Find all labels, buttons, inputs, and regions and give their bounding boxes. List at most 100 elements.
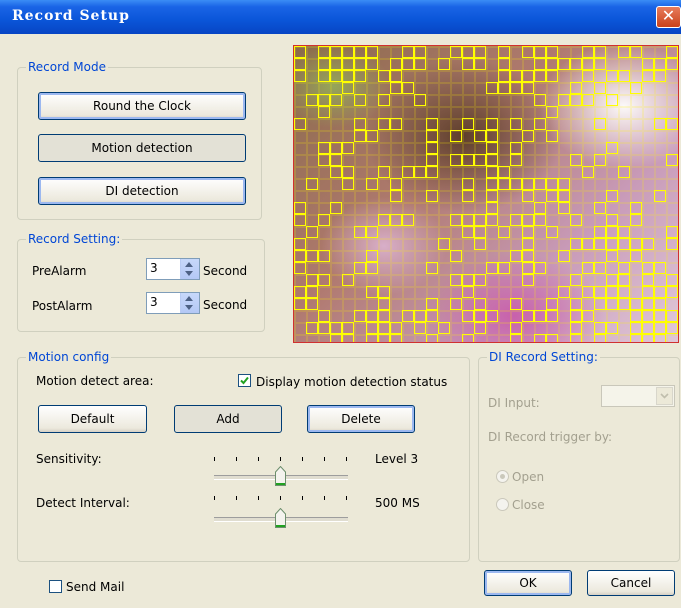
motion-cell (534, 118, 546, 130)
di-input-dropdown[interactable] (601, 385, 675, 407)
di-record-group: DI Record Setting: (478, 350, 680, 562)
motion-cell (582, 70, 594, 82)
motion-cell (462, 190, 474, 202)
motion-cell (606, 298, 618, 310)
motion-cell (378, 334, 390, 342)
motion-cell (570, 310, 582, 322)
motion-cell (666, 46, 678, 58)
motion-cell (462, 154, 474, 166)
motion-cell (414, 46, 426, 58)
motion-cell (294, 70, 306, 82)
motion-cell (354, 310, 366, 322)
motion-cell (618, 286, 630, 298)
trigger-open-label[interactable]: Open (512, 470, 544, 484)
default-button[interactable]: Default (38, 405, 147, 433)
record-setting-legend: Record Setting: (28, 232, 121, 246)
di-input-label: DI Input: (488, 396, 540, 410)
spin-up-icon[interactable] (185, 262, 193, 267)
send-mail-checkbox[interactable] (49, 580, 62, 593)
motion-cell (474, 58, 486, 70)
motion-cell (486, 142, 498, 154)
display-status-label[interactable]: Display motion detection status (256, 375, 447, 389)
motion-cell (594, 118, 606, 130)
postalarm-spin-arrows[interactable] (180, 293, 199, 313)
motion-detection-button[interactable]: Motion detection (38, 134, 246, 162)
motion-cell (654, 322, 666, 334)
motion-cell (654, 298, 666, 310)
motion-cell (390, 334, 402, 342)
motion-cell (330, 46, 342, 58)
trigger-close-radio[interactable] (496, 498, 509, 511)
motion-cell (510, 322, 522, 334)
motion-cell (414, 166, 426, 178)
motion-cell (390, 58, 402, 70)
motion-cell (330, 166, 342, 178)
motion-cell (522, 190, 534, 202)
prealarm-spinner[interactable]: 3 (146, 258, 200, 280)
motion-cell (366, 250, 378, 262)
motion-cell (618, 262, 630, 274)
motion-cell (366, 226, 378, 238)
motion-cell (642, 274, 654, 286)
motion-cell (426, 334, 438, 342)
motion-cell (558, 286, 570, 298)
sensitivity-slider-thumb[interactable] (275, 466, 286, 486)
motion-cell (594, 226, 606, 238)
motion-cell (402, 166, 414, 178)
motion-cell (606, 274, 618, 286)
spin-up-icon[interactable] (185, 296, 193, 301)
motion-cell (618, 166, 630, 178)
motion-cell (642, 262, 654, 274)
sensitivity-ticks (214, 457, 348, 463)
motion-cell (510, 118, 522, 130)
motion-cell (534, 70, 546, 82)
di-detection-button[interactable]: DI detection (38, 177, 246, 205)
motion-cell (594, 58, 606, 70)
spin-down-icon[interactable] (185, 305, 193, 310)
title-bar[interactable]: Record Setup ✕ (0, 0, 681, 34)
record-mode-legend: Record Mode (28, 60, 106, 74)
motion-cell (630, 334, 642, 342)
motion-cell (474, 226, 486, 238)
motion-cell (294, 286, 306, 298)
motion-cell (498, 262, 510, 274)
delete-button[interactable]: Delete (307, 405, 415, 433)
motion-cell (414, 310, 426, 322)
postalarm-spinner[interactable]: 3 (146, 292, 200, 314)
detect-interval-slider-thumb[interactable] (275, 508, 286, 528)
motion-cell (582, 238, 594, 250)
trigger-close-label[interactable]: Close (512, 498, 545, 512)
spin-down-icon[interactable] (185, 271, 193, 276)
motion-cell (318, 70, 330, 82)
motion-cell (402, 46, 414, 58)
add-button[interactable]: Add (174, 405, 282, 433)
motion-cell (666, 58, 678, 70)
display-status-checkbox[interactable] (238, 374, 251, 387)
motion-cell (402, 58, 414, 70)
motion-cell (546, 130, 558, 142)
ok-button[interactable]: OK (484, 570, 572, 596)
cancel-button[interactable]: Cancel (587, 570, 675, 596)
motion-cell (606, 70, 618, 82)
motion-cell (498, 178, 510, 190)
motion-cell (630, 250, 642, 262)
round-the-clock-button[interactable]: Round the Clock (38, 92, 246, 120)
motion-cell (570, 154, 582, 166)
motion-cell (462, 118, 474, 130)
motion-cell (474, 298, 486, 310)
motion-cell (426, 130, 438, 142)
prealarm-spin-arrows[interactable] (180, 259, 199, 279)
motion-detection-preview[interactable] (293, 45, 679, 343)
motion-cell (654, 70, 666, 82)
motion-cell (474, 46, 486, 58)
motion-cell (666, 226, 678, 238)
motion-cell (570, 322, 582, 334)
chevron-down-icon[interactable] (656, 387, 673, 405)
trigger-open-radio[interactable] (496, 470, 509, 483)
motion-cell (618, 274, 630, 286)
motion-cell (342, 70, 354, 82)
send-mail-label[interactable]: Send Mail (66, 580, 124, 594)
close-button[interactable]: ✕ (656, 6, 681, 28)
motion-cell (462, 58, 474, 70)
motion-cell (630, 310, 642, 322)
